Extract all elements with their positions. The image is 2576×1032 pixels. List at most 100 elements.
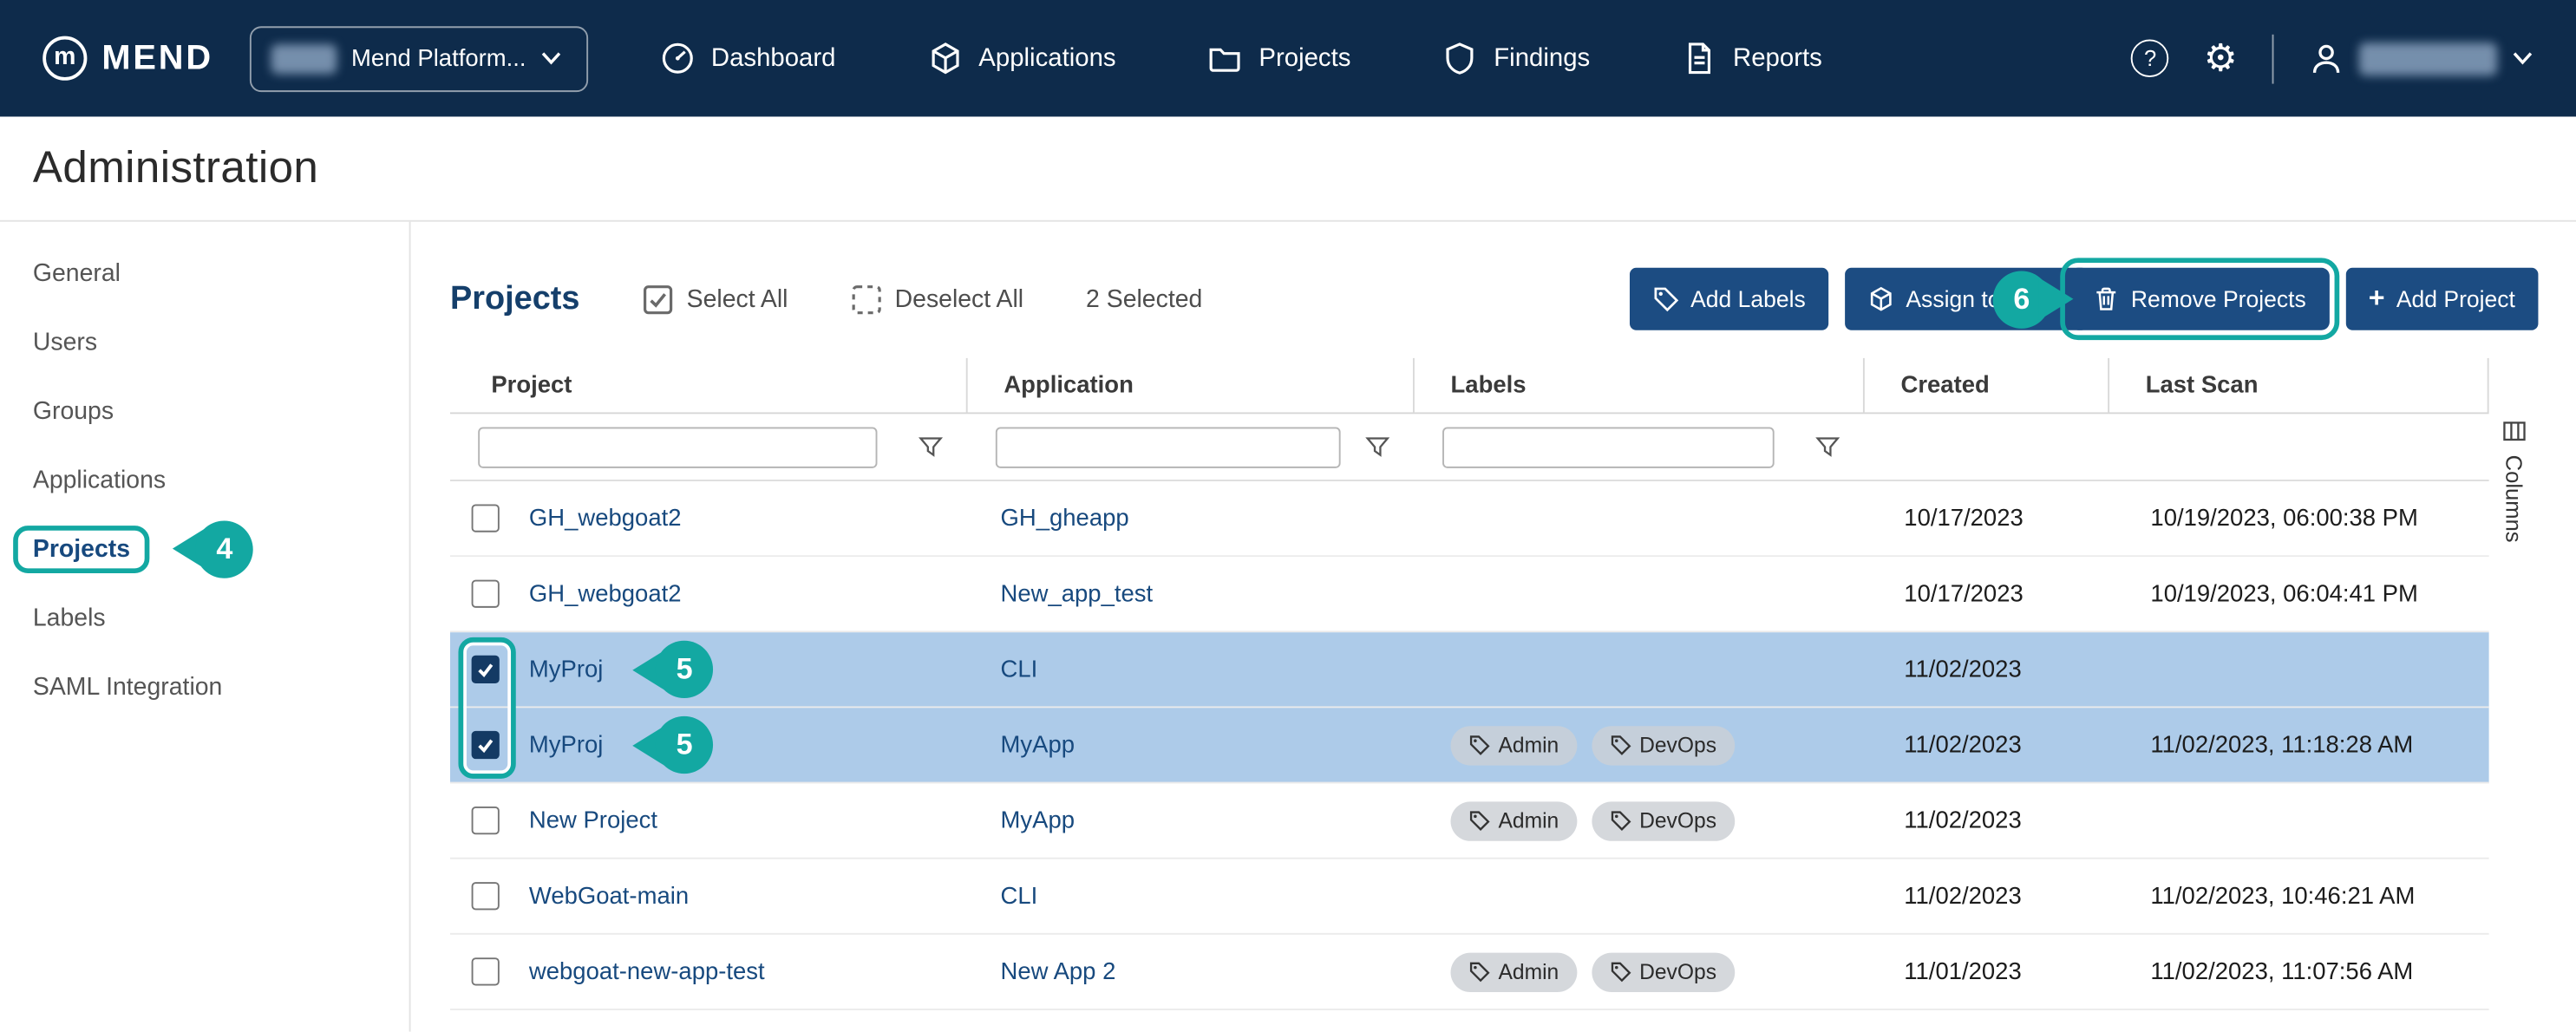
admin-sidebar: General Users Groups Applications Projec…	[0, 222, 411, 1032]
add-labels-button[interactable]: Add Labels	[1630, 268, 1828, 330]
project-link[interactable]: WebGoat-main	[529, 883, 689, 909]
created-cell: 11/02/2023	[1865, 732, 2109, 758]
reports-icon	[1682, 41, 1716, 75]
application-link[interactable]: GH_gheapp	[1001, 505, 1129, 531]
filter-funnel-icon[interactable]	[919, 434, 943, 459]
project-link[interactable]: GH_webgoat2	[529, 505, 682, 531]
row-checkbox[interactable]	[471, 504, 499, 532]
projects-toolbar: Projects Select All Deselect All 2 Selec…	[450, 266, 2538, 332]
table-row[interactable]: GH_webgoat2 GH_gheapp 10/17/2023 10/19/2…	[450, 481, 2489, 557]
nav-label: Projects	[1259, 43, 1350, 73]
tag-icon	[1653, 286, 1679, 312]
redacted-org-name	[271, 43, 337, 73]
assign-to-application-button[interactable]: Assign to App	[1845, 268, 2088, 330]
column-header-application[interactable]: Application	[968, 358, 1415, 413]
deselect-all-button[interactable]: Deselect All	[850, 284, 1023, 315]
row-checkbox[interactable]	[471, 957, 499, 985]
project-filter-input[interactable]	[478, 427, 877, 467]
findings-icon	[1443, 41, 1478, 75]
sidebar-item-users[interactable]: Users	[0, 307, 409, 376]
labels-filter-input[interactable]	[1442, 427, 1775, 467]
mend-admin-screen: m MEND Mend Platform... Dashboard Applic…	[0, 0, 2576, 1032]
table-header: Project Application Labels Created Last …	[450, 358, 2489, 414]
page-title: Administration	[33, 143, 318, 194]
label-badge: Admin	[1451, 952, 1578, 991]
table-row[interactable]: New Project MyApp Admin DevOps 11/02/202…	[450, 784, 2489, 859]
nav-label: Dashboard	[711, 43, 836, 73]
redacted-user-name	[2359, 42, 2497, 75]
created-cell: 11/02/2023	[1865, 883, 2109, 909]
label-badge: DevOps	[1592, 952, 1735, 991]
chevron-down-icon	[541, 51, 563, 66]
application-link[interactable]: CLI	[1001, 883, 1038, 909]
filter-funnel-icon[interactable]	[1815, 434, 1840, 459]
table-row[interactable]: MyProj 5 MyApp Admin DevOps 11/02/2023 1…	[450, 708, 2489, 783]
application-link[interactable]: New_app_test	[1001, 581, 1154, 607]
column-header-created[interactable]: Created	[1865, 358, 2109, 413]
row-checkbox[interactable]	[471, 580, 499, 608]
columns-button[interactable]: Columns	[2489, 358, 2539, 1010]
project-link[interactable]: MyProj	[529, 732, 603, 758]
user-avatar-icon	[2308, 40, 2344, 76]
table-row[interactable]: webgoat-new-app-test New App 2 Admin Dev…	[450, 935, 2489, 1010]
nav-item-reports[interactable]: Reports	[1682, 41, 1822, 75]
sidebar-item-applications[interactable]: Applications	[0, 445, 409, 514]
gear-icon[interactable]: ⚙	[2204, 39, 2238, 77]
check-icon	[474, 659, 495, 681]
columns-grid-icon	[2501, 419, 2526, 443]
sidebar-item-saml[interactable]: SAML Integration	[0, 652, 409, 722]
org-selector-label: Mend Platform...	[351, 45, 526, 71]
toolbar-buttons: Add Labels Assign to App 6 Remove Projec…	[1630, 268, 2538, 330]
column-header-project[interactable]: Project	[450, 358, 968, 413]
application-cube-icon	[1868, 286, 1894, 312]
help-icon[interactable]: ?	[2131, 39, 2169, 77]
created-cell: 11/01/2023	[1865, 958, 2109, 984]
project-link[interactable]: webgoat-new-app-test	[529, 958, 765, 984]
page-header: Administration	[0, 116, 2576, 221]
trash-icon	[2093, 286, 2119, 312]
project-link[interactable]: MyProj	[529, 656, 603, 683]
tag-icon	[1468, 810, 1490, 832]
tag-icon	[1610, 961, 1631, 983]
row-checkbox[interactable]	[471, 807, 499, 834]
nav-item-applications[interactable]: Applications	[928, 41, 1116, 75]
table-row[interactable]: GH_webgoat2 New_app_test 10/17/2023 10/1…	[450, 557, 2489, 632]
project-link[interactable]: New Project	[529, 807, 657, 833]
sidebar-item-groups[interactable]: Groups	[0, 376, 409, 446]
mend-logo[interactable]: m MEND	[42, 36, 213, 81]
project-link[interactable]: GH_webgoat2	[529, 581, 682, 607]
nav-label: Findings	[1494, 43, 1590, 73]
application-link[interactable]: MyApp	[1001, 807, 1076, 833]
row-checkbox[interactable]	[471, 731, 499, 759]
remove-projects-button[interactable]: Remove Projects	[2070, 268, 2330, 330]
row-checkbox[interactable]	[471, 656, 499, 683]
section-title: Projects	[450, 280, 580, 318]
select-all-icon	[642, 284, 673, 315]
column-header-last-scan[interactable]: Last Scan	[2109, 358, 2489, 413]
add-project-button[interactable]: + Add Project	[2345, 268, 2538, 330]
projects-table-zone: Project Application Labels Created Last …	[450, 358, 2538, 1010]
application-link[interactable]: MyApp	[1001, 732, 1076, 758]
org-selector-dropdown[interactable]: Mend Platform...	[250, 25, 588, 91]
sidebar-item-projects[interactable]: Projects 4	[0, 514, 409, 584]
table-row[interactable]: WebGoat-main CLI 11/02/2023 11/02/2023, …	[450, 859, 2489, 935]
projects-table: Project Application Labels Created Last …	[450, 358, 2489, 1010]
table-filter-row	[450, 414, 2489, 481]
application-link[interactable]: New App 2	[1001, 958, 1116, 984]
nav-item-dashboard[interactable]: Dashboard	[660, 41, 835, 75]
user-menu[interactable]	[2308, 40, 2533, 76]
column-header-labels[interactable]: Labels	[1415, 358, 1865, 413]
nav-item-projects[interactable]: Projects	[1208, 41, 1351, 75]
table-row[interactable]: MyProj 5 CLI 11/02/2023	[450, 632, 2489, 708]
arrow-left-icon	[173, 527, 207, 570]
row-checkbox[interactable]	[471, 882, 499, 910]
nav-item-findings[interactable]: Findings	[1443, 41, 1591, 75]
sidebar-item-general[interactable]: General	[0, 238, 409, 308]
select-all-button[interactable]: Select All	[642, 284, 788, 315]
application-filter-input[interactable]	[996, 427, 1341, 467]
step-5-annotation: 5	[632, 641, 713, 698]
sidebar-item-labels[interactable]: Labels	[0, 583, 409, 652]
application-link[interactable]: CLI	[1001, 656, 1038, 683]
last-scan-cell: 11/02/2023, 11:07:56 AM	[2109, 958, 2489, 984]
filter-funnel-icon[interactable]	[1365, 434, 1389, 459]
